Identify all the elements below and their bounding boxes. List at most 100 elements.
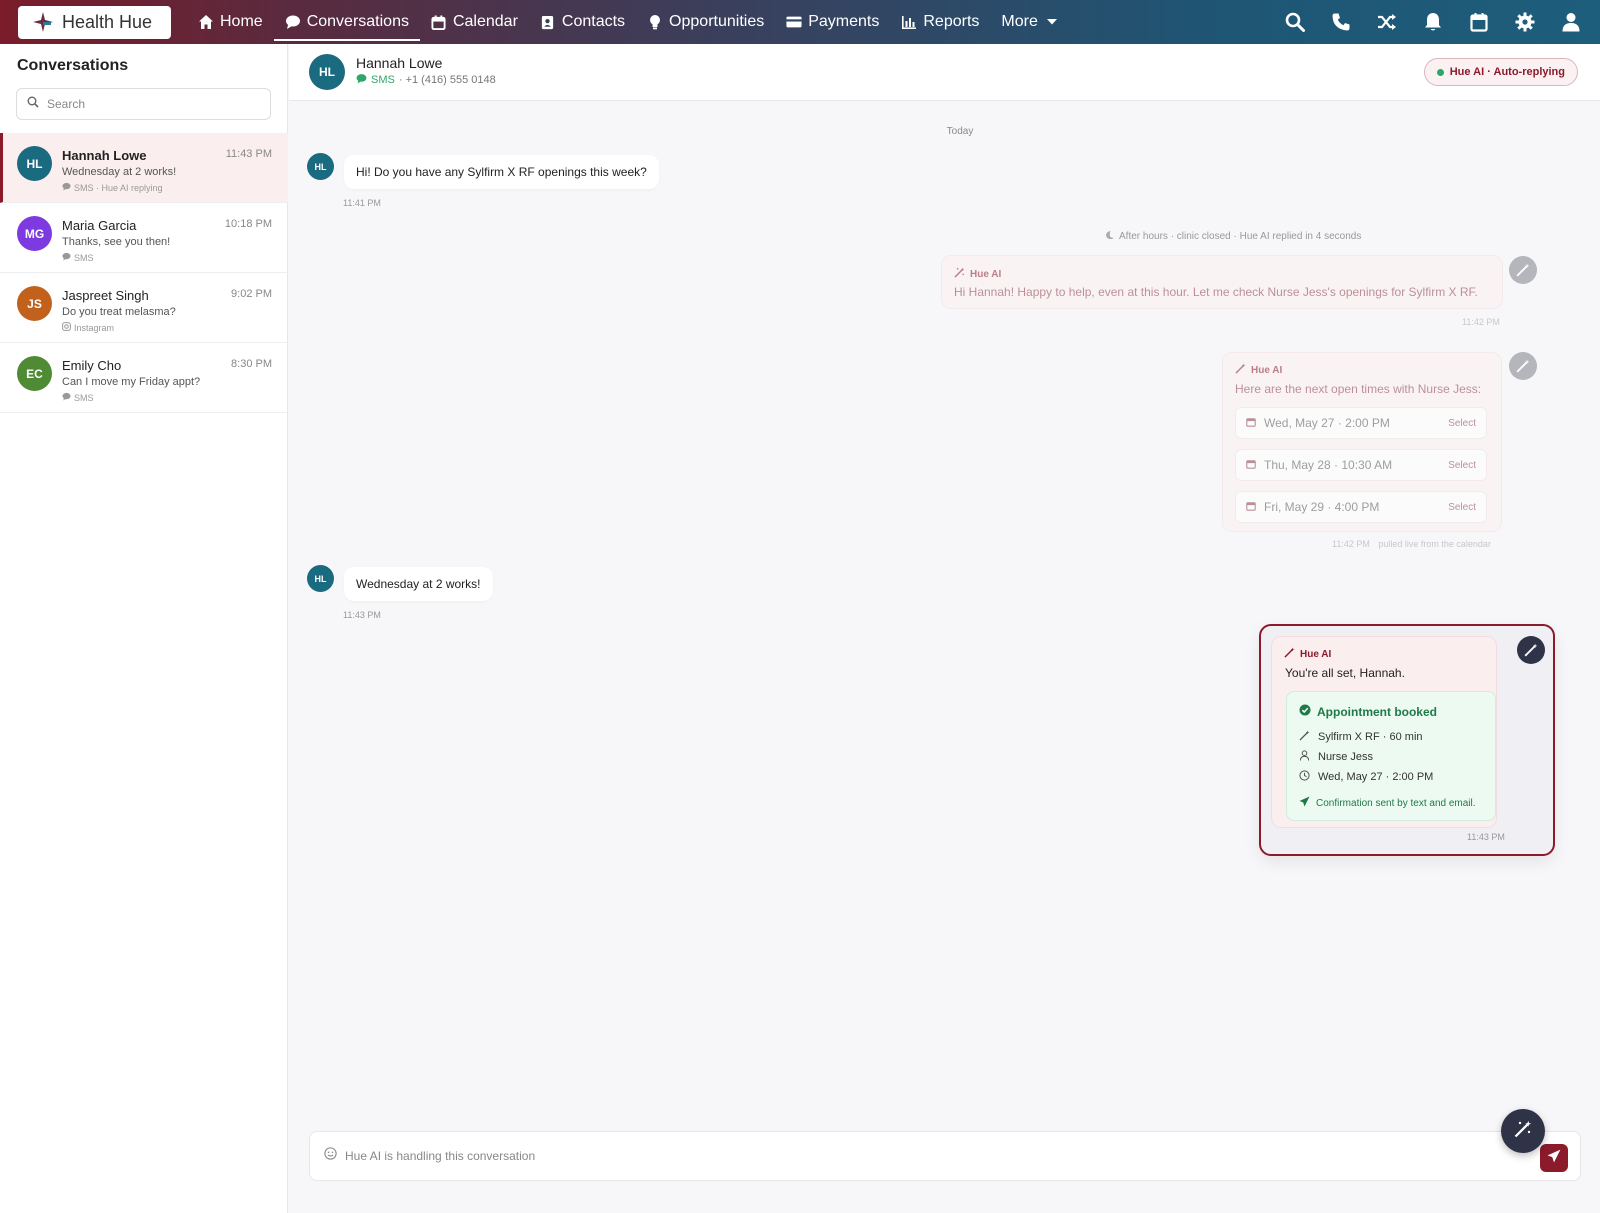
magic-wand-icon (1284, 647, 1295, 661)
select-slot-button[interactable]: Select (1448, 460, 1476, 471)
booked-provider: Nurse Jess (1299, 750, 1373, 764)
highlighted-ai-message: Hue AI You're all set, Hannah. Appointme… (1259, 624, 1555, 856)
nav-item-home[interactable]: Home (187, 0, 274, 44)
conversation-item-hannah-lowe[interactable]: HL Hannah Lowe 11:43 PM Wednesday at 2 w… (0, 133, 288, 203)
conversation-item-maria-garcia[interactable]: MG Maria Garcia 10:18 PM Thanks, see you… (0, 203, 288, 273)
nav-item-reports[interactable]: Reports (890, 0, 990, 44)
status-dot-icon (1436, 68, 1444, 76)
clock-icon (1299, 770, 1310, 784)
chat-bubble-icon (356, 73, 367, 87)
incoming-message: Wednesday at 2 works! (344, 567, 493, 601)
nav-item-opportunities[interactable]: Opportunities (636, 0, 775, 44)
select-slot-button[interactable]: Select (1448, 418, 1476, 429)
message-timestamp: 11:43 PM (343, 610, 381, 620)
avatar: EC (17, 356, 52, 391)
bell-icon[interactable] (1422, 11, 1444, 33)
ai-status-label: Hue AI · Auto-replying (1449, 66, 1565, 78)
avatar: HL (309, 54, 345, 90)
conversations-sidebar: Conversations HL Hannah Lowe 11:43 PM We… (0, 44, 288, 1213)
conversation-item-emily-cho[interactable]: EC Emily Cho 8:30 PM Can I move my Frida… (0, 343, 288, 413)
avatar: HL (307, 565, 334, 592)
brand-logo[interactable]: Health Hue (18, 5, 171, 39)
select-slot-button[interactable]: Select (1448, 502, 1476, 513)
shuffle-icon[interactable] (1376, 11, 1398, 33)
time-slot-text: Fri, May 29 · 4:00 PM (1264, 500, 1380, 514)
nav-item-calendar[interactable]: Calendar (420, 0, 529, 44)
nav-item-conversations[interactable]: Conversations (273, 0, 421, 44)
avatar: HL (307, 153, 334, 180)
moon-icon (1105, 230, 1114, 243)
ai-status-badge[interactable]: Hue AI · Auto-replying (1423, 58, 1578, 86)
conversation-preview: Do you treat melasma? (62, 306, 176, 318)
contact-phone: · +1 (416) 555 0148 (398, 74, 496, 86)
conversation-meta: Instagram (62, 322, 114, 333)
instagram-icon (62, 322, 71, 333)
nav-item-contacts[interactable]: Contacts (529, 0, 636, 44)
time-slot-option[interactable]: Thu, May 28 · 10:30 AM Select (1235, 449, 1487, 481)
contact-name[interactable]: Hannah Lowe (356, 55, 442, 71)
conversation-time: 11:43 PM (225, 148, 272, 160)
conversation-channel: SMS (74, 252, 94, 263)
service-text: Sylfirm X RF · 60 min (1318, 731, 1423, 743)
search-input[interactable] (47, 97, 247, 111)
provider-text: Nurse Jess (1318, 751, 1374, 763)
conversation-name: Hannah Lowe (62, 148, 147, 163)
appointment-booked-card: Appointment booked Sylfirm X RF · 60 min… (1286, 691, 1496, 821)
user-icon[interactable] (1560, 11, 1582, 33)
send-button[interactable] (1540, 1144, 1568, 1172)
conversation-meta: SMS · Hue AI replying (62, 182, 163, 193)
ai-label-text: Hue AI (1251, 364, 1283, 376)
conversation-meta: SMS (62, 252, 94, 263)
avatar: MG (17, 216, 52, 251)
conversation-name: Maria Garcia (62, 218, 137, 233)
gear-icon[interactable] (1514, 11, 1536, 33)
nav-item-more[interactable]: More (990, 0, 1070, 44)
phone-icon[interactable] (1330, 11, 1352, 33)
credit-card-icon (786, 14, 802, 30)
conversation-item-jaspreet-singh[interactable]: JS Jaspreet Singh 9:02 PM Do you treat m… (0, 273, 288, 343)
ai-message-slots: Hue AI Here are the next open times with… (1222, 352, 1502, 532)
magic-wand-icon (1517, 636, 1545, 664)
search-box[interactable] (16, 88, 271, 120)
ai-message-text: Hi Hannah! Happy to help, even at this h… (954, 285, 1478, 299)
channel-label: SMS (371, 74, 395, 86)
confirmation-text: Confirmation sent by text and email. (1316, 797, 1476, 809)
nav-label-more: More (1001, 13, 1038, 30)
ai-sender-label: Hue AI (954, 267, 1001, 281)
time-slot-option[interactable]: Wed, May 27 · 2:00 PM Select (1235, 407, 1487, 439)
conversation-channel: SMS (74, 392, 94, 403)
ai-assistant-button[interactable] (1501, 1109, 1545, 1153)
nav-label-calendar: Calendar (452, 13, 518, 30)
nav-label-contacts: Contacts (561, 13, 626, 30)
nav-label-payments: Payments (808, 13, 880, 30)
booked-title: Appointment booked (1299, 704, 1437, 719)
nav-label-home: Home (220, 13, 263, 30)
contact-card-icon (540, 14, 556, 30)
calendar-icon (1246, 458, 1256, 472)
home-icon (198, 14, 214, 30)
emoji-icon[interactable] (324, 1147, 337, 1165)
conversation-time: 8:30 PM (231, 358, 272, 370)
time-slot-option[interactable]: Fri, May 29 · 4:00 PM Select (1235, 491, 1487, 523)
calendar-icon[interactable] (1468, 11, 1490, 33)
ai-sender-label: Hue AI (1235, 363, 1282, 377)
conversation-preview: Wednesday at 2 works! (62, 166, 177, 178)
time-slot-text: Wed, May 27 · 2:00 PM (1264, 416, 1390, 430)
conversation-time: 10:18 PM (224, 218, 272, 230)
day-divider: Today (946, 126, 974, 137)
chat-bubble-icon (62, 252, 71, 263)
datetime-text: Wed, May 27 · 2:00 PM (1318, 771, 1434, 783)
ai-sender-label: Hue AI (1284, 647, 1331, 661)
conversation-name: Emily Cho (62, 358, 122, 373)
nav-item-payments[interactable]: Payments (775, 0, 890, 44)
timestamp-note: pulled live from the calendar (1378, 539, 1491, 549)
calendar-icon (431, 14, 447, 30)
message-input[interactable] (345, 1149, 1245, 1163)
conversation-preview: Can I move my Friday appt? (62, 376, 201, 388)
search-icon (27, 95, 39, 113)
calendar-icon (1246, 500, 1256, 514)
magic-wand-icon (1509, 352, 1537, 380)
lightbulb-icon (647, 14, 663, 30)
search-icon[interactable] (1284, 11, 1306, 33)
confirmation-note: Confirmation sent by text and email. (1299, 796, 1476, 810)
